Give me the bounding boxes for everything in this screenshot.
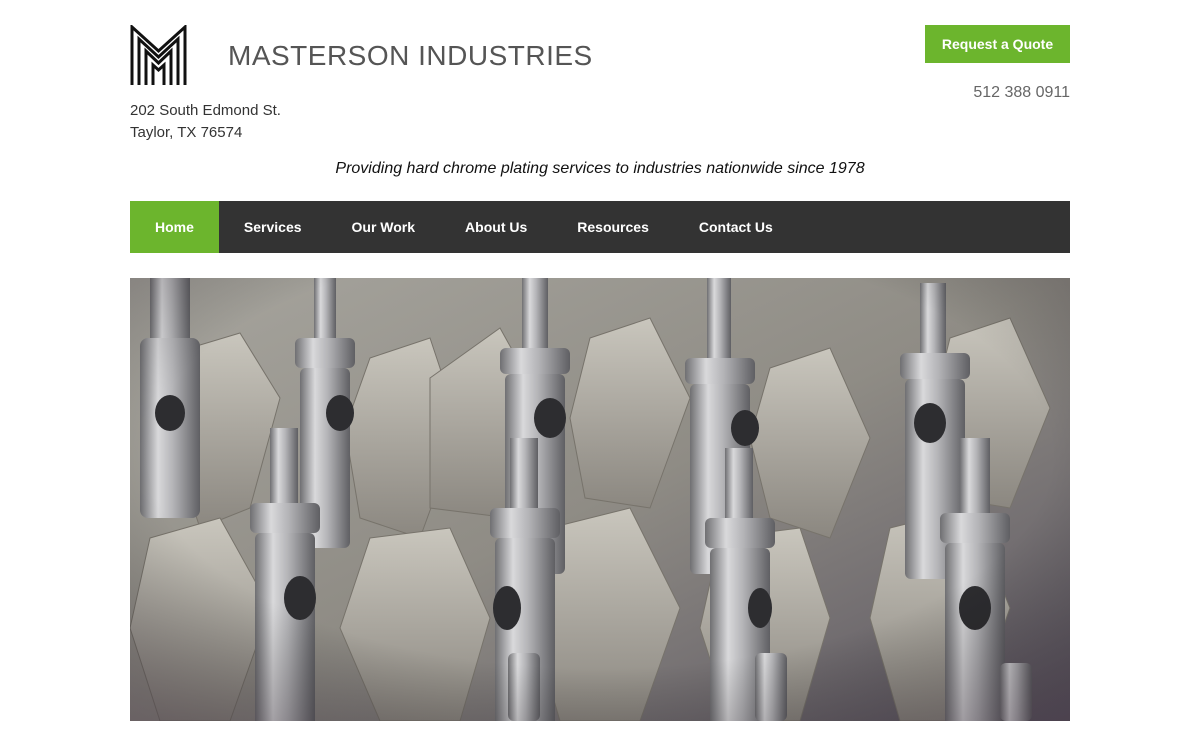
nav-our-work[interactable]: Our Work	[327, 201, 441, 253]
nav-contact-us[interactable]: Contact Us	[674, 201, 798, 253]
nav-resources[interactable]: Resources	[552, 201, 674, 253]
address-street: 202 South Edmond St.	[130, 102, 281, 119]
main-nav: Home Services Our Work About Us Resource…	[130, 201, 1070, 253]
mm-monogram-logo	[130, 25, 187, 85]
brand-name: MASTERSON INDUSTRIES	[228, 40, 593, 71]
address-city: Taylor, TX 76574	[130, 124, 243, 141]
nav-services[interactable]: Services	[219, 201, 327, 253]
nav-home[interactable]: Home	[130, 201, 219, 253]
request-quote-button[interactable]: Request a Quote	[925, 25, 1070, 63]
phone-number[interactable]: 512 388 0911	[973, 84, 1070, 102]
tagline: Providing hard chrome plating services t…	[335, 160, 865, 177]
nav-about-us[interactable]: About Us	[440, 201, 552, 253]
address: 202 South Edmond St. Taylor, TX 76574	[130, 100, 281, 144]
hero-image	[130, 278, 1070, 721]
